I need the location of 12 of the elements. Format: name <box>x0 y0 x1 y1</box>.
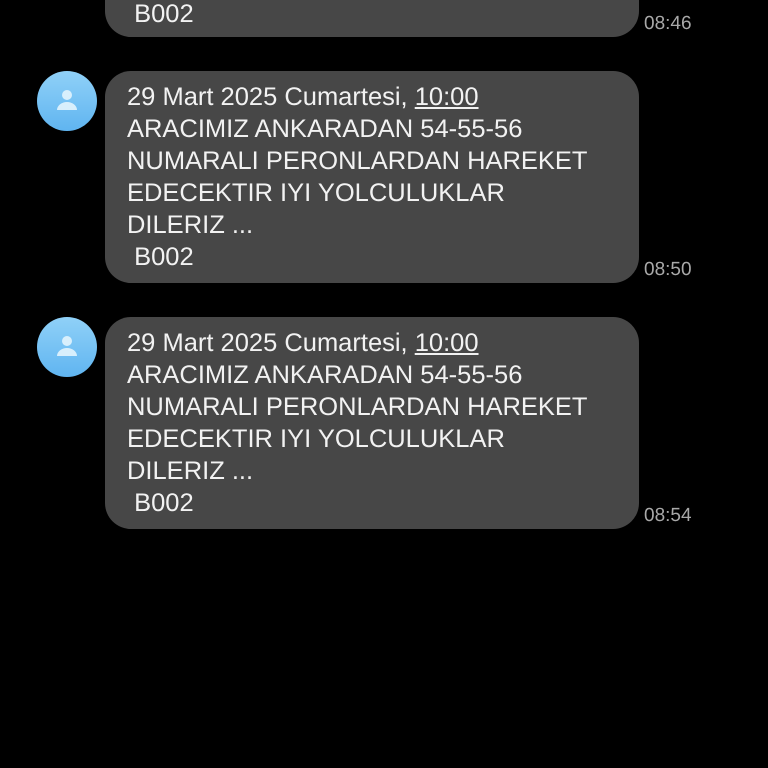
message-text: 29 Mart 2025 Cumartesi, 10:00 ARACIMIZ ANKARADAN 54-55-56 NUMARALI PERONLARDAN HAREKET EDECEKTIR IYI YOLCULUKLAR DILERIZ ... <box>127 82 588 241</box>
message-time: 08:54 <box>644 505 692 527</box>
message-time: 08:50 <box>644 259 692 281</box>
message-time: 08:46 <box>644 13 692 35</box>
time-link[interactable]: 10:00 <box>414 329 479 357</box>
sender-code: B002 <box>133 488 195 519</box>
contact-avatar-icon[interactable] <box>37 317 97 377</box>
message-text: 29 Mart 2025 Cumartesi, 10:00 ARACIMIZ ANKARADAN 54-55-56 NUMARALI PERONLARDAN HAREKET EDECEKTIR IYI YOLCULUKLAR DILERIZ ... <box>127 328 588 487</box>
sender-code: B002 <box>133 0 195 29</box>
time-link[interactable]: 10:00 <box>414 83 479 111</box>
sender-code: B002 <box>133 242 195 273</box>
contact-avatar-icon[interactable] <box>37 71 97 131</box>
